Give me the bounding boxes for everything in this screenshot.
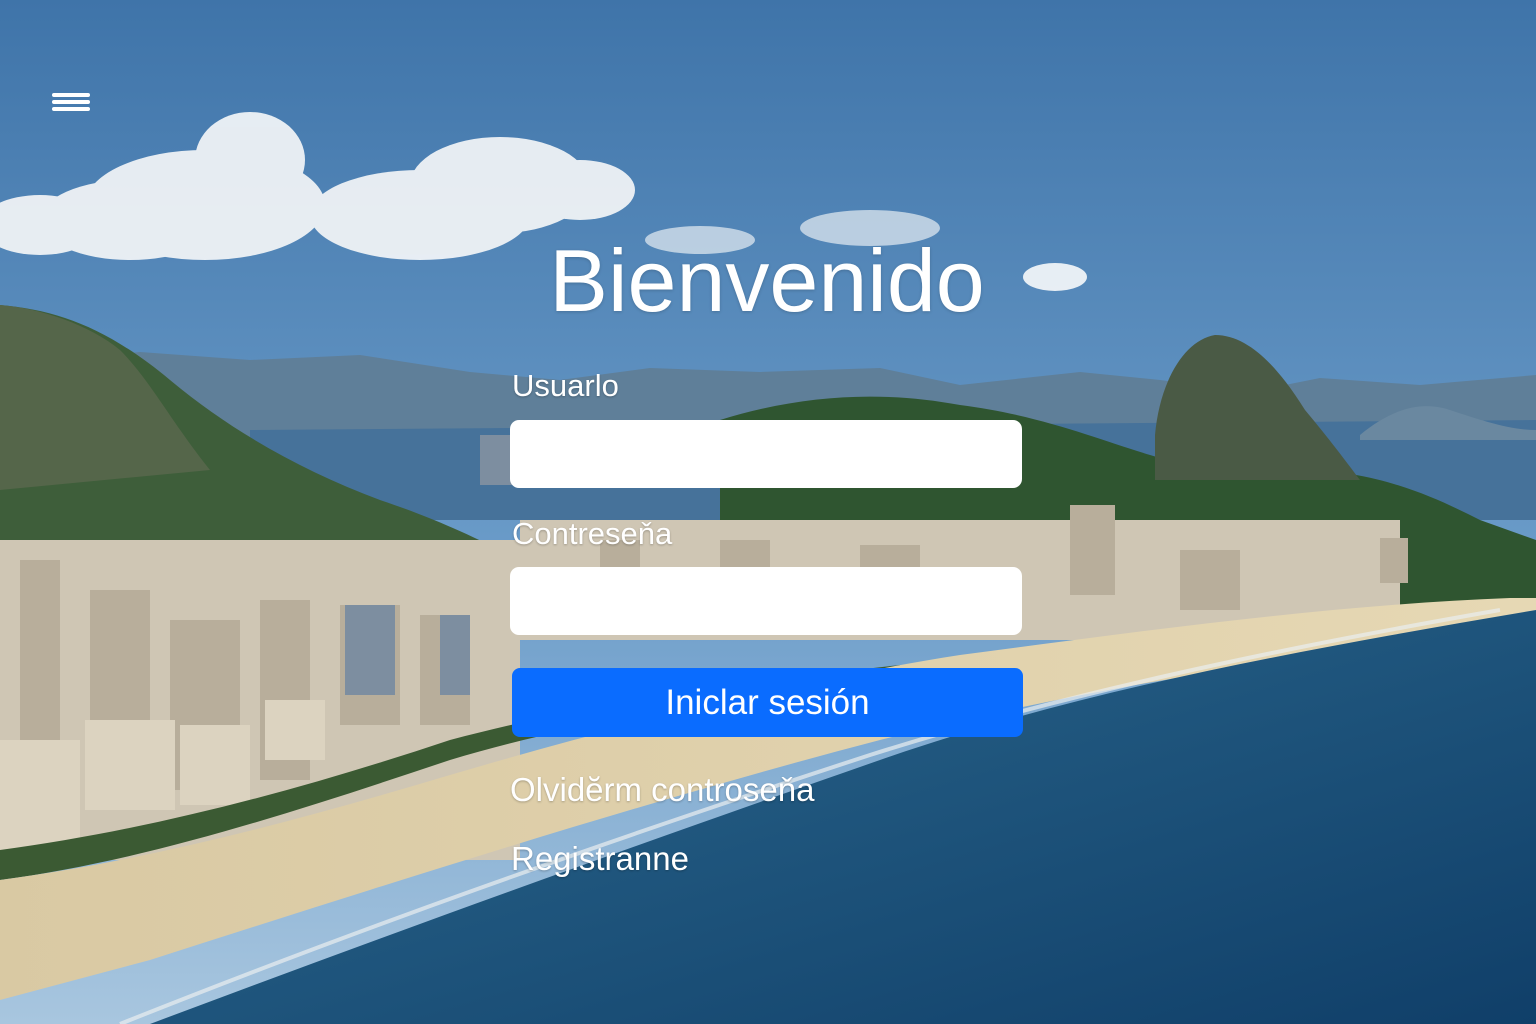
username-label: Usuarlo <box>512 368 619 403</box>
password-input[interactable] <box>510 567 1022 635</box>
hamburger-icon <box>52 89 90 115</box>
username-input[interactable] <box>510 420 1022 488</box>
register-link[interactable]: Registranne <box>511 839 689 879</box>
password-label: Contreseňa <box>512 516 673 551</box>
login-button[interactable]: Iniclar sesión <box>512 668 1023 737</box>
forgot-password-link[interactable]: Olvidĕrm controseňa <box>510 770 814 810</box>
page-title: Bienvenido <box>549 231 985 330</box>
landscape-illustration <box>0 0 1536 1024</box>
background-landscape <box>0 0 1536 1024</box>
menu-button[interactable] <box>48 84 94 120</box>
